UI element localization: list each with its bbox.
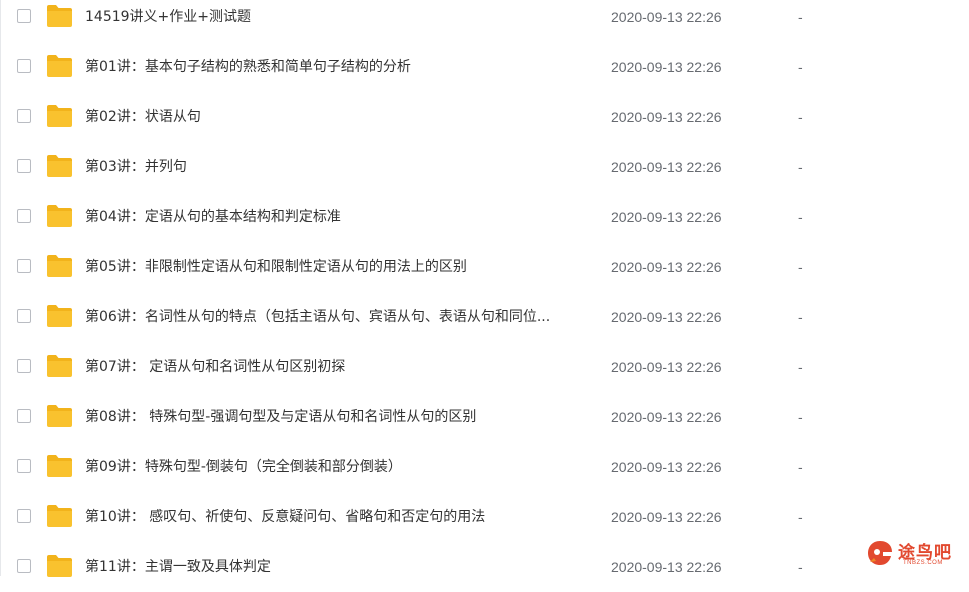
file-modified-date: 2020-09-13 22:26 xyxy=(611,309,722,325)
file-row[interactable]: 第03讲：并列句 2020-09-13 22:26 - xyxy=(0,142,969,192)
folder-icon[interactable] xyxy=(46,354,73,378)
row-checkbox[interactable] xyxy=(17,509,31,523)
file-size: - xyxy=(798,509,803,525)
row-checkbox[interactable] xyxy=(17,309,31,323)
file-size: - xyxy=(798,559,803,575)
file-modified-date: 2020-09-13 22:26 xyxy=(611,9,722,25)
row-checkbox[interactable] xyxy=(17,409,31,423)
file-modified-date: 2020-09-13 22:26 xyxy=(611,109,722,125)
file-size: - xyxy=(798,409,803,425)
watermark-logo-icon xyxy=(868,541,892,565)
row-checkbox[interactable] xyxy=(17,259,31,273)
file-name[interactable]: 第09讲：特殊句型-倒装句（完全倒装和部分倒装） xyxy=(85,458,585,476)
file-size: - xyxy=(798,59,803,75)
file-list: 14519讲义+作业+测试题 2020-09-13 22:26- 第01讲：基本句子… xyxy=(0,0,969,592)
file-size: - xyxy=(798,459,803,475)
folder-icon[interactable] xyxy=(46,304,73,328)
file-name[interactable]: 第10讲： 感叹句、祈使句、反意疑问句、省略句和否定句的用法 xyxy=(85,508,585,526)
file-modified-date: 2020-09-13 22:26 xyxy=(611,159,722,175)
file-name[interactable]: 14519讲义+作业+测试题 xyxy=(85,8,585,26)
file-row[interactable]: 第10讲： 感叹句、祈使句、反意疑问句、省略句和否定句的用法 2020-09-13… xyxy=(0,492,969,542)
file-row[interactable]: 14519讲义+作业+测试题 2020-09-13 22:26 - xyxy=(0,0,969,42)
folder-icon[interactable] xyxy=(46,4,73,28)
folder-icon[interactable] xyxy=(46,254,73,278)
file-name[interactable]: 第03讲：并列句 xyxy=(85,158,585,176)
file-row[interactable]: 第06讲：名词性从句的特点（包括主语从句、宾语从句、表语从句和同位... 2020… xyxy=(0,292,969,342)
file-modified-date: 2020-09-13 22:26 xyxy=(611,509,722,525)
file-modified-date: 2020-09-13 22:26 xyxy=(611,559,722,575)
file-row[interactable]: 第01讲：基本句子结构的熟悉和简单句子结构的分析 2020-09-13 22:26… xyxy=(0,42,969,92)
folder-icon[interactable] xyxy=(46,504,73,528)
file-name[interactable]: 第05讲：非限制性定语从句和限制性定语从句的用法上的区别 xyxy=(85,258,585,276)
folder-icon[interactable] xyxy=(46,404,73,428)
file-size: - xyxy=(798,209,803,225)
row-checkbox[interactable] xyxy=(17,159,31,173)
watermark: 途鸟吧 TNBZS.COM xyxy=(865,536,961,572)
file-name[interactable]: 第06讲：名词性从句的特点（包括主语从句、宾语从句、表语从句和同位... xyxy=(85,308,585,326)
row-checkbox[interactable] xyxy=(17,9,31,23)
file-row[interactable]: 第02讲：状语从句 2020-09-13 22:26 - xyxy=(0,92,969,142)
row-checkbox[interactable] xyxy=(17,459,31,473)
file-size: - xyxy=(798,109,803,125)
row-checkbox[interactable] xyxy=(17,109,31,123)
file-name[interactable]: 第04讲：定语从句的基本结构和判定标准 xyxy=(85,208,585,226)
file-row[interactable]: 第05讲：非限制性定语从句和限制性定语从句的用法上的区别 2020-09-13 2… xyxy=(0,242,969,292)
file-modified-date: 2020-09-13 22:26 xyxy=(611,259,722,275)
file-size: - xyxy=(798,159,803,175)
watermark-domain: TNBZS.COM xyxy=(903,560,943,566)
row-checkbox[interactable] xyxy=(17,559,31,573)
file-size: - xyxy=(798,259,803,275)
file-size: - xyxy=(798,9,803,25)
file-row[interactable]: 第07讲： 定语从句和名词性从句区别初探 2020-09-13 22:26 - xyxy=(0,342,969,392)
file-name[interactable]: 第02讲：状语从句 xyxy=(85,108,585,126)
row-checkbox[interactable] xyxy=(17,359,31,373)
file-row[interactable]: 第11讲：主谓一致及具体判定 2020-09-13 22:26 - xyxy=(0,542,969,592)
file-row[interactable]: 第04讲：定语从句的基本结构和判定标准 2020-09-13 22:26 - xyxy=(0,192,969,242)
file-modified-date: 2020-09-13 22:26 xyxy=(611,359,722,375)
file-modified-date: 2020-09-13 22:26 xyxy=(611,209,722,225)
file-size: - xyxy=(798,309,803,325)
folder-icon[interactable] xyxy=(46,154,73,178)
file-name[interactable]: 第08讲： 特殊句型-强调句型及与定语从句和名词性从句的区别 xyxy=(85,408,585,426)
folder-icon[interactable] xyxy=(46,454,73,478)
file-name[interactable]: 第01讲：基本句子结构的熟悉和简单句子结构的分析 xyxy=(85,58,585,76)
file-size: - xyxy=(798,359,803,375)
folder-icon[interactable] xyxy=(46,554,73,578)
file-name[interactable]: 第07讲： 定语从句和名词性从句区别初探 xyxy=(85,358,585,376)
folder-icon[interactable] xyxy=(46,204,73,228)
file-modified-date: 2020-09-13 22:26 xyxy=(611,409,722,425)
row-checkbox[interactable] xyxy=(17,59,31,73)
row-checkbox[interactable] xyxy=(17,209,31,223)
file-row[interactable]: 第09讲：特殊句型-倒装句（完全倒装和部分倒装） 2020-09-13 22:26… xyxy=(0,442,969,492)
file-modified-date: 2020-09-13 22:26 xyxy=(611,59,722,75)
folder-icon[interactable] xyxy=(46,54,73,78)
file-name[interactable]: 第11讲：主谓一致及具体判定 xyxy=(85,558,585,576)
file-row[interactable]: 第08讲： 特殊句型-强调句型及与定语从句和名词性从句的区别 2020-09-13… xyxy=(0,392,969,442)
folder-icon[interactable] xyxy=(46,104,73,128)
file-modified-date: 2020-09-13 22:26 xyxy=(611,459,722,475)
